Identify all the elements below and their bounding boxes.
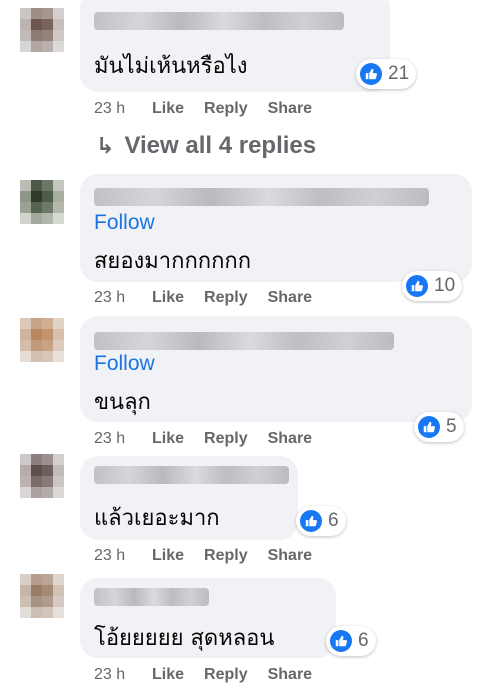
comment-bubble: แล้วเยอะมาก [80, 456, 298, 540]
comment-actions: 23 h Like Reply Share [94, 98, 332, 120]
timestamp[interactable]: 23 h [94, 547, 152, 565]
share-button[interactable]: Share [268, 666, 312, 684]
timestamp[interactable]: 23 h [94, 666, 152, 684]
share-button[interactable]: Share [268, 547, 312, 565]
reply-arrow-icon: ↳ [96, 133, 115, 158]
author-name[interactable] [94, 188, 429, 206]
follow-button[interactable]: Follow [94, 211, 155, 235]
like-thumb-icon [418, 416, 440, 438]
comment-text: สยองมากกกกกก [94, 249, 252, 274]
reaction-count[interactable]: 21 [356, 59, 417, 89]
like-thumb-icon [360, 63, 382, 85]
timestamp[interactable]: 23 h [94, 289, 152, 307]
share-button[interactable]: Share [268, 430, 312, 448]
view-replies-label: View all 4 replies [124, 132, 317, 159]
comment-actions: 23 h Like Reply Share [94, 664, 332, 686]
like-thumb-icon [300, 510, 322, 532]
share-button[interactable]: Share [268, 289, 312, 307]
comment-text: โอ้ยยยยย สุดหลอน [94, 626, 275, 651]
share-button[interactable]: Share [268, 100, 312, 118]
comment-bubble: Follow ขนลุก [80, 316, 472, 422]
comment-bubble: โอ้ยยยยย สุดหลอน [80, 578, 336, 658]
author-name[interactable] [94, 12, 344, 30]
comment-text: ขนลุก [94, 390, 151, 415]
timestamp[interactable]: 23 h [94, 100, 152, 118]
timestamp[interactable]: 23 h [94, 430, 152, 448]
like-button[interactable]: Like [152, 100, 184, 118]
avatar[interactable] [20, 454, 64, 498]
like-button[interactable]: Like [152, 666, 184, 684]
reply-button[interactable]: Reply [204, 100, 248, 118]
reaction-count[interactable]: 6 [296, 506, 346, 536]
like-thumb-icon [330, 630, 352, 652]
avatar[interactable] [20, 8, 64, 52]
reaction-number: 10 [434, 275, 456, 296]
like-thumb-icon [406, 275, 428, 297]
avatar[interactable] [20, 574, 64, 618]
follow-button[interactable]: Follow [94, 352, 155, 376]
view-replies-link[interactable]: ↳ View all 4 replies [96, 132, 316, 160]
reaction-count[interactable]: 5 [414, 412, 464, 442]
avatar[interactable] [20, 180, 64, 224]
reaction-number: 6 [328, 510, 339, 531]
reaction-count[interactable]: 6 [326, 626, 376, 656]
avatar[interactable] [20, 318, 64, 362]
reply-button[interactable]: Reply [204, 430, 248, 448]
like-button[interactable]: Like [152, 289, 184, 307]
author-name[interactable] [94, 466, 289, 484]
like-button[interactable]: Like [152, 547, 184, 565]
reaction-number: 6 [358, 630, 369, 651]
reply-button[interactable]: Reply [204, 666, 248, 684]
author-name[interactable] [94, 332, 394, 350]
comment-text: แล้วเยอะมาก [94, 506, 220, 531]
comment-bubble: Follow สยองมากกกกกก [80, 174, 472, 282]
like-button[interactable]: Like [152, 430, 184, 448]
reply-button[interactable]: Reply [204, 547, 248, 565]
comment-text: มันไม่เห้นหรือไง [94, 54, 248, 79]
author-name[interactable] [94, 588, 209, 606]
comment-actions: 23 h Like Reply Share [94, 287, 332, 309]
reaction-number: 5 [446, 416, 457, 437]
comment-actions: 23 h Like Reply Share [94, 545, 332, 567]
comment-actions: 23 h Like Reply Share [94, 428, 332, 450]
reply-button[interactable]: Reply [204, 289, 248, 307]
reaction-count[interactable]: 10 [402, 271, 463, 301]
reaction-number: 21 [388, 63, 410, 84]
comment-bubble: มันไม่เห้นหรือไง [80, 0, 390, 92]
